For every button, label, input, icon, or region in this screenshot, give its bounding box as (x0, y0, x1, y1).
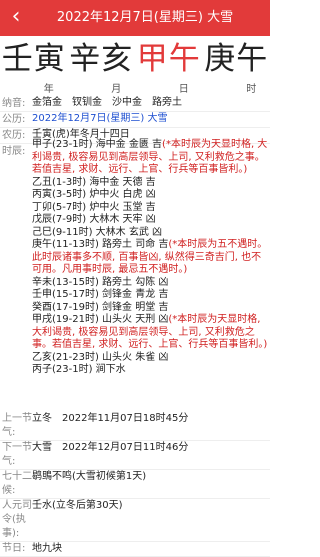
app-header: ‹ 2022年12月7日(星期三) 大雪 (0, 0, 270, 36)
column-head-month: 月 (111, 84, 122, 95)
hour-item: 丙子(23-1时) 涧下水 (32, 364, 126, 375)
prev-term-label: 上一节气: (2, 413, 32, 438)
pillar-day: 甲午 (136, 41, 201, 77)
nongli-label: 农历: (2, 130, 26, 141)
column-head-hour: 时 (246, 84, 257, 95)
pillar-column-heads: 年 月 日 时 (0, 80, 270, 95)
renyuan-value: 壬水(立冬后第30天) (32, 500, 123, 511)
shichen-label: 时辰: (2, 146, 26, 157)
nayin-value: 金箔金 钗钏金 沙中金 路旁土 (32, 97, 182, 108)
renyuan-label: 人元司令(执事): (2, 500, 32, 539)
hour-item: 己巳(9-11时) 大林木 玄武 凶 (32, 226, 163, 238)
gongli-row: 公历: 2022年12月7日(星期三) 大雪 (0, 112, 270, 128)
seventy-two-hou-row: 七十二候: 鹖鴠不鸣(大雪初候第1天) (0, 470, 270, 499)
page-title: 2022年12月7日(星期三) 大雪 (56, 10, 234, 25)
seventy-two-hou-value: 鹖鴠不鸣(大雪初候第1天) (32, 471, 147, 482)
hour-item: 甲戌(19-21时) 山头火 天刑 凶(*本时辰为天显时格, 大利谒贵, 极容易… (32, 314, 268, 350)
hour-item: 乙丑(1-3时) 海中金 天德 吉 (32, 176, 156, 188)
nayin-row: 纳音: 金箔金 钗钏金 沙中金 路旁土 (0, 96, 270, 112)
next-term-value: 大雪 2022年12月07日11时46分 (32, 442, 189, 453)
next-term-row: 下一节气: 大雪 2022年12月07日11时46分 (0, 441, 270, 470)
column-head-year: 年 (43, 84, 54, 95)
pillar-hour: 庚午 (204, 41, 269, 77)
prev-term-value: 立冬 2022年11月07日18时45分 (32, 413, 189, 424)
chevron-left-icon[interactable]: ‹ (6, 4, 26, 32)
gongli-value[interactable]: 2022年12月7日(星期三) 大雪 (32, 112, 270, 126)
hour-item: 庚午(11-13时) 路旁土 司命 吉(*本时辰为五不遇时。此时辰诸事多不顺, … (32, 239, 268, 275)
nayin-label: 纳音: (2, 98, 26, 109)
column-head-day: 日 (178, 84, 189, 95)
hour-item: 丙寅(3-5时) 炉中火 白虎 凶 (32, 189, 156, 200)
hour-item: 戊辰(7-9时) 大林木 天牢 凶 (32, 214, 156, 225)
renyuan-row: 人元司令(执事): 壬水(立冬后第30天) (0, 499, 270, 542)
hour-list: 甲子(23-1时) 海中金 金匮 吉(*本时辰为天显时格, 大利谒贵, 极容易见… (32, 139, 268, 377)
hour-item: 甲子(23-1时) 海中金 金匮 吉(*本时辰为天显时格, 大利谒贵, 极容易见… (32, 139, 268, 175)
next-term-label: 下一节气: (2, 442, 32, 467)
seventy-two-hou-label: 七十二候: (2, 471, 32, 496)
festival-row: 节日: 地九块 (0, 542, 270, 557)
hour-item: 辛未(13-15时) 路旁土 勾陈 凶 (32, 276, 169, 288)
bazi-pillars: 壬寅 辛亥 甲午 庚午 (0, 38, 270, 80)
solar-term-list: 上一节气: 立冬 2022年11月07日18时45分 下一节气: 大雪 2022… (0, 412, 270, 557)
gongli-label: 公历: (2, 114, 26, 125)
pillar-year: 壬寅 (1, 41, 66, 77)
hour-item: 癸酉(17-19时) 剑锋金 明堂 吉 (32, 301, 169, 313)
prev-term-row: 上一节气: 立冬 2022年11月07日18时45分 (0, 412, 270, 441)
hour-item: 乙亥(21-23时) 山头火 朱雀 凶 (32, 351, 169, 363)
pillar-month: 辛亥 (69, 41, 134, 77)
hour-item: 丁卯(5-7时) 炉中火 玉堂 吉 (32, 201, 156, 213)
festival-value: 地九块 (32, 543, 62, 554)
hour-item: 壬申(15-17时) 剑锋金 青龙 吉 (32, 289, 169, 300)
festival-label: 节日: (2, 543, 26, 554)
